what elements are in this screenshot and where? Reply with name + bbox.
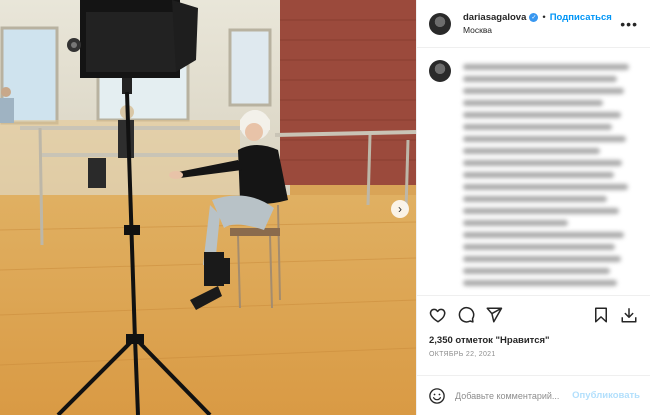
emoji-icon xyxy=(429,387,445,404)
download-button[interactable] xyxy=(618,304,640,326)
post-location[interactable]: Москва xyxy=(463,25,620,35)
comment-icon xyxy=(458,306,475,323)
like-button[interactable] xyxy=(427,304,449,326)
author-avatar[interactable] xyxy=(429,12,451,35)
share-button[interactable] xyxy=(483,304,505,326)
emoji-button[interactable] xyxy=(427,386,447,406)
blurred-caption xyxy=(463,60,638,295)
comment-input[interactable] xyxy=(455,390,573,401)
post-photo[interactable]: ✳ › xyxy=(0,0,416,415)
post-header: dariasagalova ✓ • Подписаться Москва ••• xyxy=(417,0,650,48)
heart-icon xyxy=(429,308,446,322)
bookmark-icon xyxy=(595,307,607,322)
post-date: ОКТЯБРЬ 22, 2021 xyxy=(429,351,496,358)
author-username[interactable]: dariasagalova xyxy=(463,12,526,23)
header-text: dariasagalova ✓ • Подписаться Москва xyxy=(463,12,620,35)
follow-button[interactable]: Подписаться xyxy=(550,12,612,23)
share-icon xyxy=(486,307,503,322)
caption-area xyxy=(417,48,650,295)
post-side-panel: dariasagalova ✓ • Подписаться Москва ••• xyxy=(416,0,650,415)
chevron-right-icon: › xyxy=(398,202,402,216)
verified-badge-icon: ✓ xyxy=(529,13,539,22)
caption-avatar[interactable] xyxy=(429,60,451,82)
add-comment-bar: Опубликовать xyxy=(417,375,650,415)
publish-button[interactable]: Опубликовать xyxy=(572,390,640,401)
download-icon xyxy=(621,307,637,322)
save-button[interactable] xyxy=(590,304,612,326)
more-options-icon[interactable]: ••• xyxy=(620,17,638,31)
photo-illustration: ✳ xyxy=(0,0,416,415)
action-bar xyxy=(417,295,650,333)
instagram-post: ✳ › dariasagalova ✓ • Подписаться Москва… xyxy=(0,0,650,415)
comment-button[interactable] xyxy=(455,304,477,326)
next-photo-button[interactable]: › xyxy=(391,200,409,218)
header-line: dariasagalova ✓ • Подписаться xyxy=(463,12,620,23)
svg-text:✳: ✳ xyxy=(232,16,240,27)
header-separator: • xyxy=(542,12,546,23)
likes-count[interactable]: 2,350 отметок "Нравится" xyxy=(417,333,650,349)
